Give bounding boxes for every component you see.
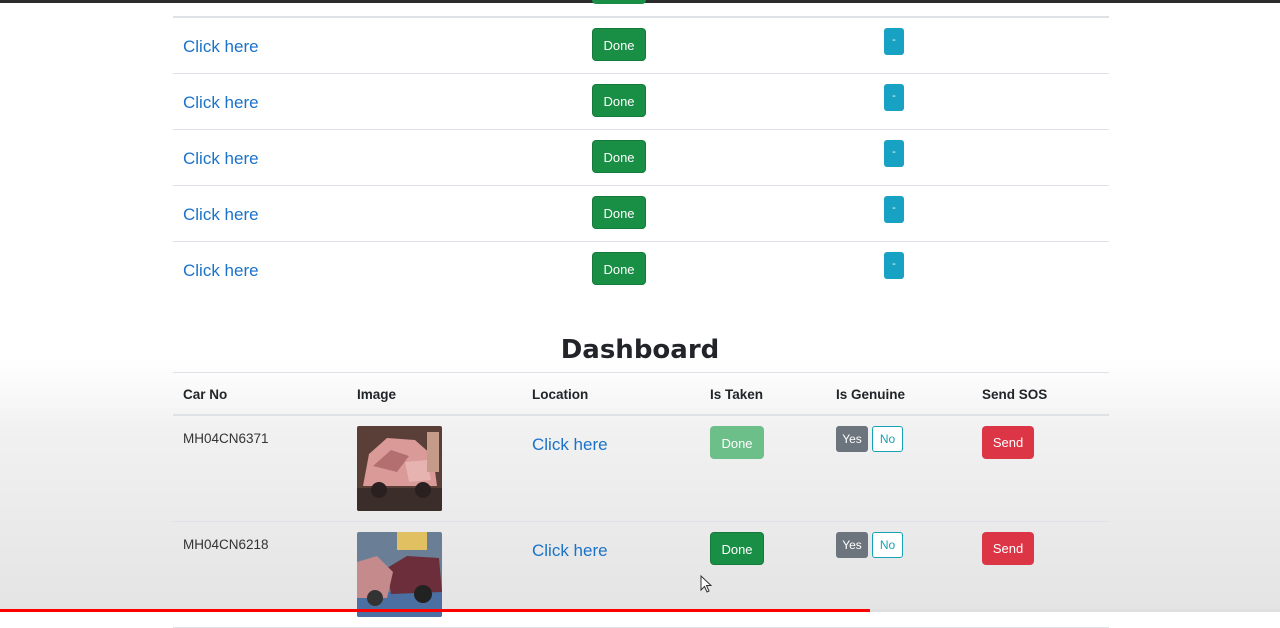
done-button[interactable]: Done: [592, 84, 646, 117]
dashboard-title: Dashboard: [560, 335, 720, 365]
table-row: Click here Done -: [173, 241, 1109, 297]
genuine-no-button[interactable]: No: [872, 532, 903, 558]
genuine-yes-button[interactable]: Yes: [836, 426, 868, 452]
table-row: Click here Done -: [173, 185, 1109, 241]
is-taken-done-button[interactable]: Done: [710, 532, 764, 565]
column-header-location: Location: [532, 387, 589, 402]
location-link[interactable]: Click here: [183, 261, 259, 281]
car-number: MH04CN6218: [183, 537, 269, 552]
location-link[interactable]: Click here: [532, 435, 608, 455]
car-damage-image: [357, 532, 442, 617]
mouse-cursor-icon: [700, 575, 713, 593]
location-link[interactable]: Click here: [183, 149, 259, 169]
done-button-partial[interactable]: [592, 0, 646, 4]
car-damage-image: [357, 426, 442, 511]
table-row: MH04CN6371 Click here Done Yes No Send: [173, 416, 1109, 522]
column-header-send-sos: Send SOS: [982, 387, 1048, 402]
table-header: Car No Image Location Is Taken Is Genuin…: [173, 373, 1109, 416]
genuine-no-button[interactable]: No: [872, 426, 903, 452]
car-number: MH04CN6371: [183, 431, 269, 446]
send-sos-button[interactable]: Send: [982, 426, 1034, 459]
send-sos-button[interactable]: Send: [982, 532, 1034, 565]
info-button[interactable]: -: [884, 196, 904, 223]
column-header-is-taken: Is Taken: [710, 387, 764, 402]
is-taken-done-button[interactable]: Done: [710, 426, 764, 459]
table-row: MH04CN6218 Click here Done Yes No Send: [173, 522, 1109, 628]
table-row-partial: [173, 0, 1109, 17]
column-header-image: Image: [357, 387, 397, 402]
info-button[interactable]: -: [884, 84, 904, 111]
done-button[interactable]: Done: [592, 28, 646, 61]
location-link[interactable]: Click here: [183, 205, 259, 225]
table-row: Click here Done -: [173, 73, 1109, 129]
dashboard-table: Car No Image Location Is Taken Is Genuin…: [173, 372, 1109, 628]
upper-table: Click here Done - Click here Done - Clic…: [173, 0, 1109, 297]
info-button[interactable]: -: [884, 140, 904, 167]
location-link[interactable]: Click here: [183, 93, 259, 113]
info-button[interactable]: -: [884, 252, 904, 279]
location-link[interactable]: Click here: [532, 541, 608, 561]
column-header-is-genuine: Is Genuine: [836, 387, 906, 402]
done-button[interactable]: Done: [592, 196, 646, 229]
done-button[interactable]: Done: [592, 252, 646, 285]
table-row: Click here Done -: [173, 129, 1109, 185]
table-row: Click here Done -: [173, 17, 1109, 73]
info-button[interactable]: -: [884, 28, 904, 55]
location-link[interactable]: Click here: [183, 37, 259, 57]
genuine-yes-button[interactable]: Yes: [836, 532, 868, 558]
done-button[interactable]: Done: [592, 140, 646, 173]
column-header-car-no: Car No: [183, 387, 228, 402]
